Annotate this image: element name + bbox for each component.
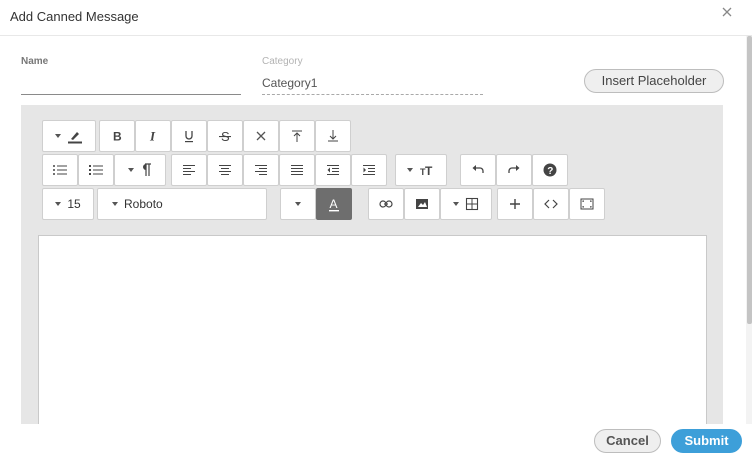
insert-table-dropdown[interactable]: [440, 188, 492, 220]
add-canned-message-dialog: Add Canned Message Name Category Categor…: [0, 0, 752, 464]
close-icon[interactable]: [720, 5, 734, 19]
italic-icon: I: [146, 129, 160, 143]
paragraph-format-icon: [140, 163, 152, 177]
text-color-button[interactable]: A: [316, 188, 352, 220]
align-left-button[interactable]: [171, 154, 207, 186]
strikethrough-button[interactable]: S: [207, 120, 243, 152]
link-icon: [379, 199, 393, 209]
bold-icon: B: [110, 129, 124, 144]
scrollbar[interactable]: [746, 36, 752, 424]
indent-icon: [362, 164, 376, 176]
svg-text:I: I: [149, 129, 156, 143]
superscript-icon: [290, 129, 304, 143]
ordered-list-button[interactable]: [78, 154, 114, 186]
paragraph-format-dropdown[interactable]: [114, 154, 166, 186]
cancel-button[interactable]: Cancel: [594, 429, 661, 453]
fullscreen-button[interactable]: [569, 188, 605, 220]
font-family-dropdown[interactable]: Roboto: [97, 188, 267, 220]
clear-format-button[interactable]: [243, 120, 279, 152]
underline-button[interactable]: [171, 120, 207, 152]
superscript-button[interactable]: [279, 120, 315, 152]
highlighter-icon: [67, 128, 83, 144]
scrollbar-thumb[interactable]: [747, 36, 752, 324]
insert-button[interactable]: [497, 188, 533, 220]
code-view-button[interactable]: [533, 188, 569, 220]
clear-format-icon: [255, 130, 267, 142]
svg-text:?: ?: [547, 166, 553, 177]
category-select[interactable]: Category1: [262, 74, 483, 95]
table-icon: [465, 197, 479, 211]
submit-button[interactable]: Submit: [671, 429, 742, 453]
text-color-icon: A: [327, 196, 341, 212]
strikethrough-icon: S: [218, 129, 232, 143]
name-label: Name: [21, 56, 49, 67]
subscript-button[interactable]: [315, 120, 351, 152]
redo-icon: [507, 164, 521, 176]
text-color-dropdown[interactable]: [280, 188, 316, 220]
underline-icon: [182, 129, 196, 143]
ordered-list-icon: [88, 163, 104, 177]
align-left-icon: [182, 164, 196, 176]
dialog-title: Add Canned Message: [10, 9, 139, 24]
align-right-icon: [254, 164, 268, 176]
insert-image-button[interactable]: [404, 188, 440, 220]
unordered-list-button[interactable]: [42, 154, 78, 186]
italic-button[interactable]: I: [135, 120, 171, 152]
category-label: Category: [262, 56, 303, 67]
highlight-color-dropdown[interactable]: [42, 120, 96, 152]
outdent-button[interactable]: [315, 154, 351, 186]
undo-icon: [471, 164, 485, 176]
insert-placeholder-button[interactable]: Insert Placeholder: [584, 69, 724, 93]
bold-button[interactable]: B: [99, 120, 135, 152]
align-justify-icon: [290, 164, 304, 176]
font-family-value: Roboto: [124, 197, 163, 211]
indent-button[interactable]: [351, 154, 387, 186]
align-center-icon: [218, 164, 232, 176]
svg-text:T: T: [425, 164, 433, 177]
redo-button[interactable]: [496, 154, 532, 186]
subscript-icon: [326, 129, 340, 143]
editor-content-area[interactable]: [38, 235, 707, 424]
fullscreen-icon: [580, 198, 594, 210]
dialog-header: Add Canned Message: [0, 0, 752, 36]
align-center-button[interactable]: [207, 154, 243, 186]
outdent-icon: [326, 164, 340, 176]
image-icon: [415, 198, 429, 210]
unordered-list-icon: [52, 163, 68, 177]
help-button[interactable]: ?: [532, 154, 568, 186]
line-height-dropdown[interactable]: TT: [395, 154, 447, 186]
font-size-dropdown[interactable]: 15: [42, 188, 94, 220]
align-right-button[interactable]: [243, 154, 279, 186]
align-justify-button[interactable]: [279, 154, 315, 186]
svg-text:B: B: [113, 130, 122, 144]
line-height-icon: TT: [419, 163, 435, 177]
font-size-value: 15: [67, 197, 81, 211]
code-view-icon: [544, 199, 558, 209]
undo-button[interactable]: [460, 154, 496, 186]
help-icon: ?: [543, 163, 557, 177]
svg-text:A: A: [330, 197, 338, 211]
insert-link-button[interactable]: [368, 188, 404, 220]
name-input[interactable]: [21, 74, 241, 95]
insert-icon: [509, 198, 521, 210]
